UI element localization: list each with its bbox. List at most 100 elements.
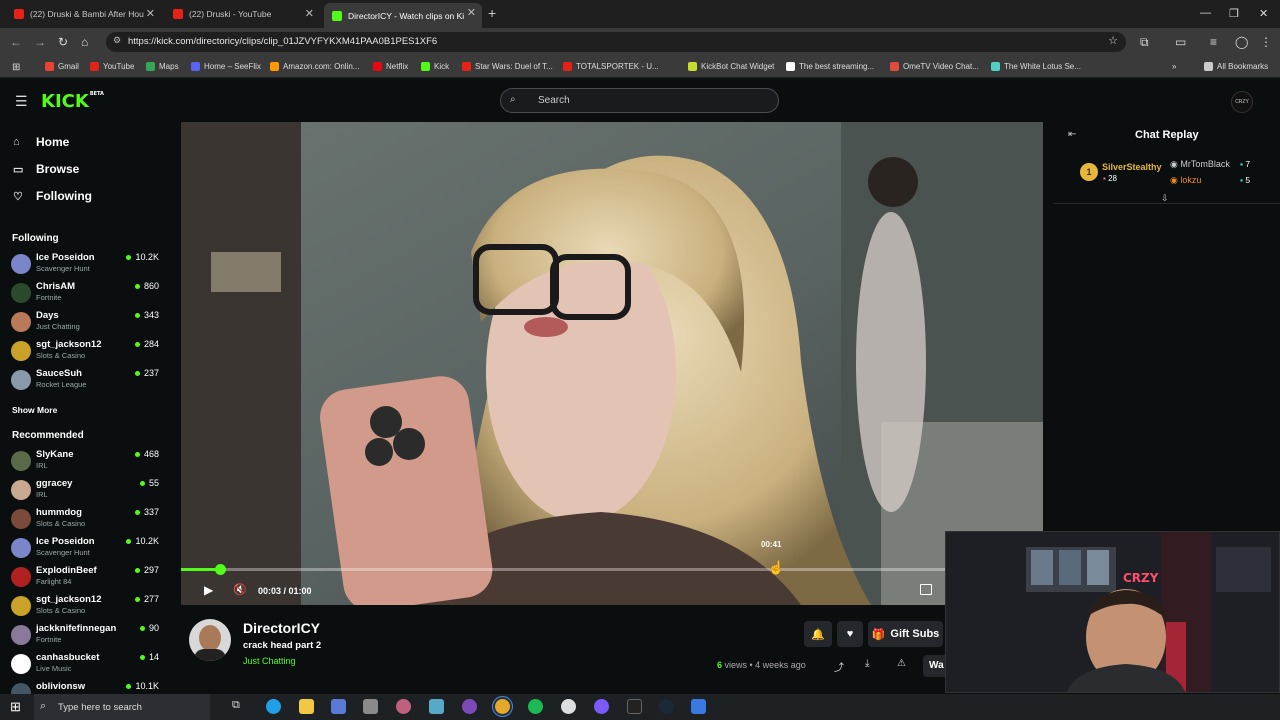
follow-button[interactable]: ♥ <box>837 621 863 647</box>
bookmark-starwars[interactable]: Star Wars: Duel of T... <box>462 62 553 71</box>
leader-3[interactable]: ◉ lokzu <box>1170 175 1201 186</box>
edge-icon[interactable] <box>266 699 281 714</box>
discord-icon[interactable] <box>594 699 609 714</box>
bookmark-whitelotus[interactable]: The White Lotus Se... <box>991 62 1081 71</box>
home-icon[interactable]: ⌂ <box>81 35 88 49</box>
channel-item[interactable]: Ice Poseidon Scavenger Hunt 10.2K <box>11 252 161 280</box>
apps-icon[interactable]: ⊞ <box>12 62 20 73</box>
browser-tab-2[interactable]: (22) Druski - YouTube ✕ <box>165 4 320 24</box>
hamburger-menu-icon[interactable]: ☰ <box>15 93 28 110</box>
avatar <box>11 341 31 361</box>
steam-icon[interactable] <box>659 699 674 714</box>
channel-name[interactable]: DirectorICY <box>243 620 320 636</box>
taskbar-search[interactable]: ⌕ Type here to search <box>34 694 210 720</box>
channel-avatar[interactable] <box>189 619 231 661</box>
gift-subs-button[interactable]: 🎁 Gift Subs <box>868 621 943 647</box>
channel-item[interactable]: Ice Poseidon Scavenger Hunt 10.2K <box>11 536 161 564</box>
channel-item[interactable]: ExplodinBeef Farlight 84 297 <box>11 565 161 593</box>
bookmark-totalsportek[interactable]: TOTALSPORTEK - U... <box>563 62 659 71</box>
show-more-button[interactable]: Show More <box>12 405 57 415</box>
browser-tab-1[interactable]: (22) Druski & Bambi After Hou ✕ <box>6 4 161 24</box>
terminal-icon[interactable] <box>627 699 642 714</box>
sidebar-item-following[interactable]: ♡ Following <box>13 189 92 203</box>
media-icon[interactable]: ≡ <box>1210 35 1217 49</box>
bookmark-youtube[interactable]: YouTube <box>90 62 134 71</box>
bookmark-ometv[interactable]: OmeTV Video Chat... <box>890 62 979 71</box>
app-icon[interactable] <box>396 699 411 714</box>
kick-logo[interactable]: KICKBETA <box>41 91 104 112</box>
bookmarks-overflow-icon[interactable]: » <box>1172 62 1176 71</box>
search-input[interactable]: ⌕ Search <box>500 88 779 113</box>
channel-item[interactable]: sgt_jackson12 Slots & Casino 284 <box>11 339 161 367</box>
user-avatar[interactable]: CRZY <box>1231 91 1253 113</box>
brave-icon[interactable] <box>462 699 477 714</box>
bookmark-kick[interactable]: Kick <box>421 62 449 71</box>
sidepanel-icon[interactable]: ▭ <box>1175 35 1186 49</box>
notification-bell-button[interactable]: 🔔 <box>804 621 832 647</box>
progress-fill <box>181 568 220 571</box>
avatar <box>11 509 31 529</box>
profile-icon[interactable]: ◯ <box>1235 35 1248 49</box>
close-tab-icon[interactable]: ✕ <box>305 7 314 20</box>
browser-tab-3[interactable]: DirectorICY - Watch clips on Ki ✕ <box>324 3 482 28</box>
bookmark-seeflix[interactable]: Home – SeeFlix <box>191 62 261 71</box>
amazon-icon <box>270 62 279 71</box>
badge-icon: ◉ <box>1170 175 1181 185</box>
collapse-chat-icon[interactable]: ⇤ <box>1068 129 1076 140</box>
channel-item[interactable]: jackknifefinnegan Fortnite 90 <box>11 623 161 651</box>
all-bookmarks[interactable]: All Bookmarks <box>1204 62 1268 71</box>
app-icon[interactable] <box>429 699 444 714</box>
bookmark-kickbot[interactable]: KickBot Chat Widget <box>688 62 774 71</box>
back-icon[interactable]: ← <box>10 35 22 49</box>
close-tab-icon[interactable]: ✕ <box>467 6 476 19</box>
theater-mode-icon[interactable] <box>920 584 932 595</box>
leader-name[interactable]: SilverStealthy <box>1102 162 1162 172</box>
download-icon[interactable]: ⤓ <box>865 658 869 669</box>
leader-2[interactable]: ◉ MrTomBlack <box>1170 159 1230 170</box>
bookmark-netflix[interactable]: Netflix <box>373 62 408 71</box>
channel-item[interactable]: hummdog Slots & Casino 337 <box>11 507 161 535</box>
mute-icon[interactable]: 🔇 <box>233 583 247 596</box>
windows-start-icon[interactable]: ⊞ <box>10 699 21 715</box>
channel-item[interactable]: ggracey IRL 55 <box>11 478 161 506</box>
channel-item[interactable]: SlyKane IRL 468 <box>11 449 161 477</box>
progress-handle[interactable] <box>214 564 226 575</box>
spotify-icon[interactable] <box>528 699 543 714</box>
close-window-button[interactable]: ✕ <box>1259 7 1268 20</box>
bookmark-gmail[interactable]: Gmail <box>45 62 79 71</box>
category-link[interactable]: Just Chatting <box>243 656 296 666</box>
reload-icon[interactable]: ↻ <box>58 35 68 49</box>
play-button[interactable]: ▶ <box>204 583 213 597</box>
close-tab-icon[interactable]: ✕ <box>146 7 155 20</box>
obs-icon[interactable] <box>561 699 576 714</box>
video-player[interactable] <box>181 122 1043 605</box>
app-icon[interactable] <box>691 699 706 714</box>
extensions-icon[interactable]: ⧉ <box>1140 35 1149 50</box>
channel-item[interactable]: ChrisAM Fortnite 860 <box>11 281 161 309</box>
bookmark-star-icon[interactable]: ☆ <box>1108 34 1118 47</box>
report-icon[interactable]: ⚠ <box>897 658 906 669</box>
progress-bar[interactable] <box>181 564 951 575</box>
share-icon[interactable]: ⤴ <box>834 659 844 674</box>
calculator-icon[interactable] <box>363 699 378 714</box>
channel-item[interactable]: sgt_jackson12 Slots & Casino 277 <box>11 594 161 622</box>
menu-icon[interactable]: ⋮ <box>1260 35 1272 49</box>
bookmark-amazon[interactable]: Amazon.com: Onlin... <box>270 62 359 71</box>
channel-item[interactable]: canhasbucket Live Music 14 <box>11 652 161 680</box>
channel-item[interactable]: SauceSuh Rocket League 237 <box>11 368 161 396</box>
site-info-icon[interactable]: ⚙ <box>113 35 121 46</box>
app-icon[interactable] <box>331 699 346 714</box>
restore-button[interactable]: ❐ <box>1229 7 1239 20</box>
file-explorer-icon[interactable] <box>299 699 314 714</box>
channel-item[interactable]: Days Just Chatting 343 <box>11 310 161 338</box>
sidebar-item-home[interactable]: ⌂ Home <box>13 135 69 149</box>
address-bar[interactable]: ⚙ https://kick.com/directoricy/clips/cli… <box>106 32 1126 52</box>
new-tab-button[interactable]: + <box>488 5 496 21</box>
forward-icon[interactable]: → <box>34 35 46 49</box>
sidebar-item-browse[interactable]: ▭ Browse <box>13 162 79 176</box>
bookmark-streaming[interactable]: The best streaming... <box>786 62 874 71</box>
chrome-icon[interactable] <box>495 699 510 714</box>
minimize-button[interactable]: — <box>1200 7 1211 19</box>
task-view-icon[interactable]: ⧉ <box>232 699 247 714</box>
bookmark-maps[interactable]: Maps <box>146 62 179 71</box>
